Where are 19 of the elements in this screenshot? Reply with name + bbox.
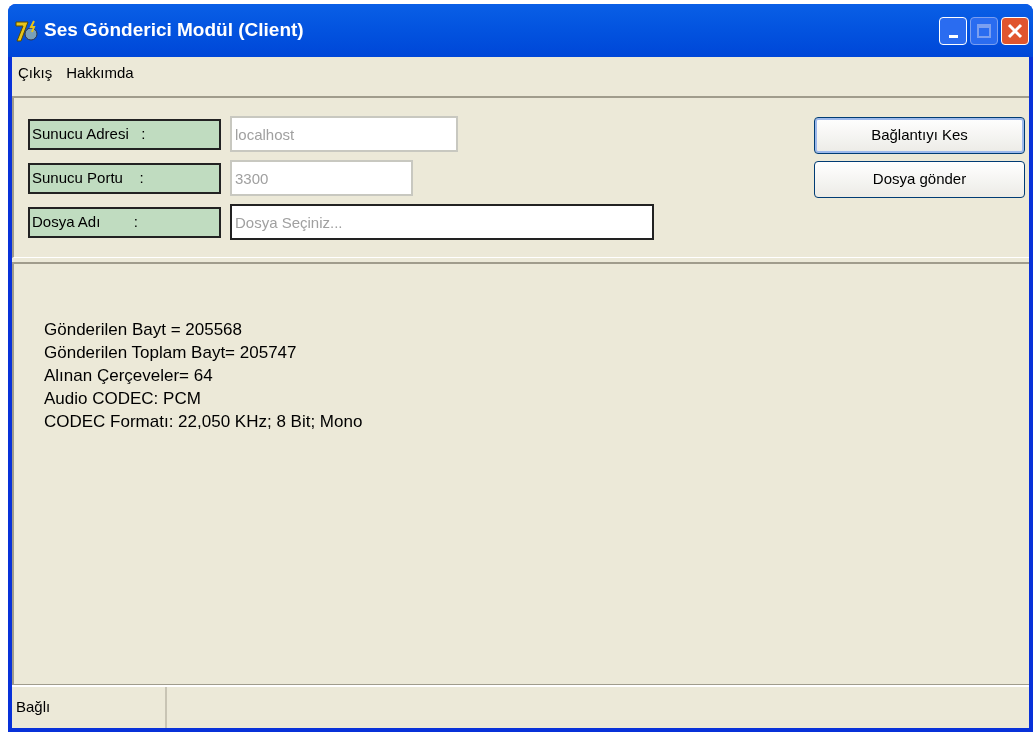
action-button[interactable]: Dosya gönder	[814, 161, 1025, 198]
field-label: Dosya Adı :	[28, 206, 221, 238]
status-text: Bağlı	[12, 687, 167, 728]
close-button[interactable]	[1001, 16, 1029, 45]
menu-item[interactable]: Çıkış	[18, 62, 53, 85]
window-title: Ses Gönderici Modül (Client)	[44, 18, 304, 43]
info-line: Alınan Çerçeveler= 64	[44, 365, 214, 387]
info-line: CODEC Formatı: 22,050 KHz; 8 Bit; Mono	[44, 411, 364, 433]
menu-item[interactable]: Hakkımda	[66, 62, 134, 85]
info-line: Gönderilen Bayt = 205568	[44, 319, 243, 341]
close-icon	[1007, 22, 1023, 39]
info-line: Audio CODEC: PCM	[44, 388, 202, 410]
app-icon	[14, 18, 40, 43]
field-label: Sunucu Portu :	[28, 162, 221, 194]
info-line: Gönderilen Toplam Bayt= 205747	[44, 342, 298, 364]
action-button[interactable]: Bağlantıyı Kes	[814, 117, 1025, 154]
input-field[interactable]: Dosya Seçiniz...	[230, 204, 654, 240]
field-label: Sunucu Adresi :	[28, 118, 221, 150]
minimize-button[interactable]	[939, 16, 967, 45]
